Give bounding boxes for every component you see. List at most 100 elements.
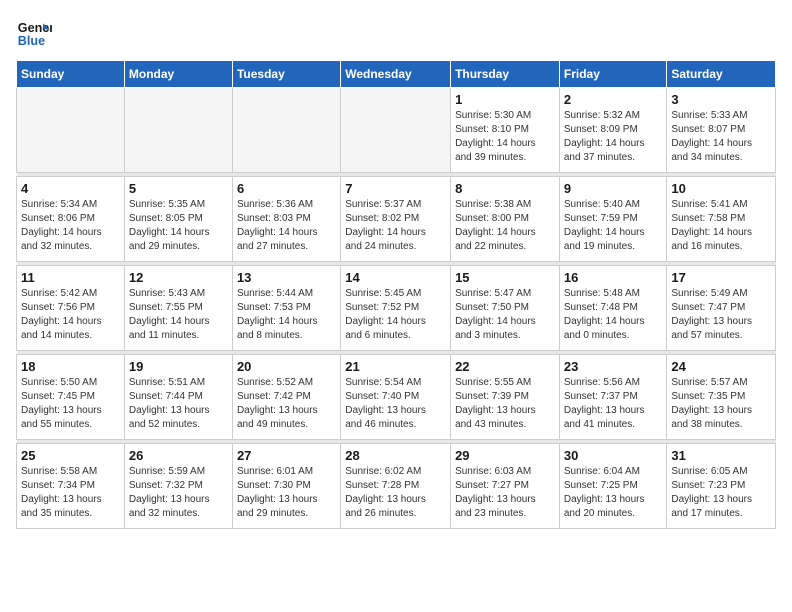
day-cell: 28Sunrise: 6:02 AM Sunset: 7:28 PM Dayli…	[341, 444, 451, 529]
day-cell: 15 Sunrise: 5:47 AM Sunset: 7:50 PM Dayli…	[451, 266, 560, 351]
header-saturday: Saturday	[667, 61, 776, 88]
day-cell: 18 Sunrise: 5:50 AM Sunset: 7:45 PM Dayli…	[17, 355, 125, 440]
day-info: Sunrise: 5:45 AM Sunset: 7:52 PM Dayligh…	[345, 287, 446, 343]
day-cell: 17Sunrise: 5:49 AM Sunset: 7:47 PM Dayli…	[667, 266, 776, 351]
day-info: Sunrise: 5:34 AM Sunset: 8:06 PM Dayligh…	[21, 198, 120, 254]
day-number: 18	[21, 359, 120, 374]
day-cell: 2 Sunrise: 5:32 AM Sunset: 8:09 PM Daylig…	[559, 88, 667, 173]
day-cell	[341, 88, 451, 173]
day-cell	[232, 88, 340, 173]
day-info: Sunrise: 5:33 AM Sunset: 8:07 PM Dayligh…	[671, 109, 771, 165]
day-number: 2	[564, 92, 663, 107]
page-header: General Blue	[16, 16, 776, 52]
day-info: Sunrise: 5:41 AM Sunset: 7:58 PM Dayligh…	[671, 198, 771, 254]
day-cell: 20 Sunrise: 5:52 AM Sunset: 7:42 PM Dayli…	[232, 355, 340, 440]
day-info: Sunrise: 5:58 AM Sunset: 7:34 PM Dayligh…	[21, 465, 120, 521]
day-number: 8	[455, 181, 555, 196]
day-number: 20	[237, 359, 336, 374]
day-info: Sunrise: 5:59 AM Sunset: 7:32 PM Dayligh…	[129, 465, 228, 521]
day-number: 29	[455, 448, 555, 463]
day-number: 26	[129, 448, 228, 463]
day-cell: 11Sunrise: 5:42 AM Sunset: 7:56 PM Dayli…	[17, 266, 125, 351]
day-cell: 19 Sunrise: 5:51 AM Sunset: 7:44 PM Dayli…	[124, 355, 232, 440]
day-number: 19	[129, 359, 228, 374]
day-cell: 29 Sunrise: 6:03 AM Sunset: 7:27 PM Dayli…	[451, 444, 560, 529]
day-cell: 9 Sunrise: 5:40 AM Sunset: 7:59 PM Daylig…	[559, 177, 667, 262]
day-cell: 31 Sunrise: 6:05 AM Sunset: 7:23 PM Dayli…	[667, 444, 776, 529]
day-info: Sunrise: 5:35 AM Sunset: 8:05 PM Dayligh…	[129, 198, 228, 254]
day-info: Sunrise: 5:44 AM Sunset: 7:53 PM Dayligh…	[237, 287, 336, 343]
day-number: 10	[671, 181, 771, 196]
day-cell	[124, 88, 232, 173]
day-number: 9	[564, 181, 663, 196]
day-info: Sunrise: 5:38 AM Sunset: 8:00 PM Dayligh…	[455, 198, 555, 254]
day-number: 6	[237, 181, 336, 196]
header-monday: Monday	[124, 61, 232, 88]
day-info: Sunrise: 5:52 AM Sunset: 7:42 PM Dayligh…	[237, 376, 336, 432]
day-cell: 27Sunrise: 6:01 AM Sunset: 7:30 PM Dayli…	[232, 444, 340, 529]
day-info: Sunrise: 5:47 AM Sunset: 7:50 PM Dayligh…	[455, 287, 555, 343]
svg-text:Blue: Blue	[18, 34, 45, 48]
day-number: 16	[564, 270, 663, 285]
day-cell: 10 Sunrise: 5:41 AM Sunset: 7:58 PM Dayli…	[667, 177, 776, 262]
header-tuesday: Tuesday	[232, 61, 340, 88]
day-cell: 30 Sunrise: 6:04 AM Sunset: 7:25 PM Dayli…	[559, 444, 667, 529]
day-number: 1	[455, 92, 555, 107]
day-number: 15	[455, 270, 555, 285]
day-info: Sunrise: 5:32 AM Sunset: 8:09 PM Dayligh…	[564, 109, 663, 165]
week-row-1: 4 Sunrise: 5:34 AM Sunset: 8:06 PM Daylig…	[17, 177, 776, 262]
day-number: 4	[21, 181, 120, 196]
day-number: 21	[345, 359, 446, 374]
day-number: 3	[671, 92, 771, 107]
day-number: 30	[564, 448, 663, 463]
day-info: Sunrise: 5:50 AM Sunset: 7:45 PM Dayligh…	[21, 376, 120, 432]
day-cell: 21Sunrise: 5:54 AM Sunset: 7:40 PM Dayli…	[341, 355, 451, 440]
day-number: 24	[671, 359, 771, 374]
day-number: 5	[129, 181, 228, 196]
day-info: Sunrise: 5:30 AM Sunset: 8:10 PM Dayligh…	[455, 109, 555, 165]
day-cell: 6 Sunrise: 5:36 AM Sunset: 8:03 PM Daylig…	[232, 177, 340, 262]
day-cell: 23 Sunrise: 5:56 AM Sunset: 7:37 PM Dayli…	[559, 355, 667, 440]
day-cell: 8 Sunrise: 5:38 AM Sunset: 8:00 PM Daylig…	[451, 177, 560, 262]
day-cell: 25Sunrise: 5:58 AM Sunset: 7:34 PM Dayli…	[17, 444, 125, 529]
logo: General Blue	[16, 16, 56, 52]
day-cell: 22Sunrise: 5:55 AM Sunset: 7:39 PM Dayli…	[451, 355, 560, 440]
day-number: 22	[455, 359, 555, 374]
day-info: Sunrise: 6:01 AM Sunset: 7:30 PM Dayligh…	[237, 465, 336, 521]
day-info: Sunrise: 5:40 AM Sunset: 7:59 PM Dayligh…	[564, 198, 663, 254]
day-cell: 16 Sunrise: 5:48 AM Sunset: 7:48 PM Dayli…	[559, 266, 667, 351]
week-row-4: 25Sunrise: 5:58 AM Sunset: 7:34 PM Dayli…	[17, 444, 776, 529]
day-cell: 13 Sunrise: 5:44 AM Sunset: 7:53 PM Dayli…	[232, 266, 340, 351]
day-cell: 3 Sunrise: 5:33 AM Sunset: 8:07 PM Daylig…	[667, 88, 776, 173]
day-info: Sunrise: 5:43 AM Sunset: 7:55 PM Dayligh…	[129, 287, 228, 343]
week-row-2: 11Sunrise: 5:42 AM Sunset: 7:56 PM Dayli…	[17, 266, 776, 351]
day-cell: 5 Sunrise: 5:35 AM Sunset: 8:05 PM Daylig…	[124, 177, 232, 262]
header-row: SundayMondayTuesdayWednesdayThursdayFrid…	[17, 61, 776, 88]
day-cell	[17, 88, 125, 173]
day-cell: 14Sunrise: 5:45 AM Sunset: 7:52 PM Dayli…	[341, 266, 451, 351]
day-info: Sunrise: 5:51 AM Sunset: 7:44 PM Dayligh…	[129, 376, 228, 432]
day-cell: 1 Sunrise: 5:30 AM Sunset: 8:10 PM Daylig…	[451, 88, 560, 173]
day-info: Sunrise: 6:03 AM Sunset: 7:27 PM Dayligh…	[455, 465, 555, 521]
day-info: Sunrise: 5:42 AM Sunset: 7:56 PM Dayligh…	[21, 287, 120, 343]
week-row-3: 18 Sunrise: 5:50 AM Sunset: 7:45 PM Dayli…	[17, 355, 776, 440]
day-info: Sunrise: 5:37 AM Sunset: 8:02 PM Dayligh…	[345, 198, 446, 254]
day-info: Sunrise: 5:48 AM Sunset: 7:48 PM Dayligh…	[564, 287, 663, 343]
logo-icon: General Blue	[16, 16, 52, 52]
day-cell: 24 Sunrise: 5:57 AM Sunset: 7:35 PM Dayli…	[667, 355, 776, 440]
calendar-table: SundayMondayTuesdayWednesdayThursdayFrid…	[16, 60, 776, 529]
header-friday: Friday	[559, 61, 667, 88]
day-number: 13	[237, 270, 336, 285]
day-number: 31	[671, 448, 771, 463]
day-number: 7	[345, 181, 446, 196]
day-number: 23	[564, 359, 663, 374]
day-info: Sunrise: 5:36 AM Sunset: 8:03 PM Dayligh…	[237, 198, 336, 254]
header-wednesday: Wednesday	[341, 61, 451, 88]
day-info: Sunrise: 6:05 AM Sunset: 7:23 PM Dayligh…	[671, 465, 771, 521]
header-sunday: Sunday	[17, 61, 125, 88]
week-row-0: 1 Sunrise: 5:30 AM Sunset: 8:10 PM Daylig…	[17, 88, 776, 173]
day-info: Sunrise: 5:57 AM Sunset: 7:35 PM Dayligh…	[671, 376, 771, 432]
day-info: Sunrise: 6:04 AM Sunset: 7:25 PM Dayligh…	[564, 465, 663, 521]
day-cell: 12Sunrise: 5:43 AM Sunset: 7:55 PM Dayli…	[124, 266, 232, 351]
day-info: Sunrise: 5:56 AM Sunset: 7:37 PM Dayligh…	[564, 376, 663, 432]
